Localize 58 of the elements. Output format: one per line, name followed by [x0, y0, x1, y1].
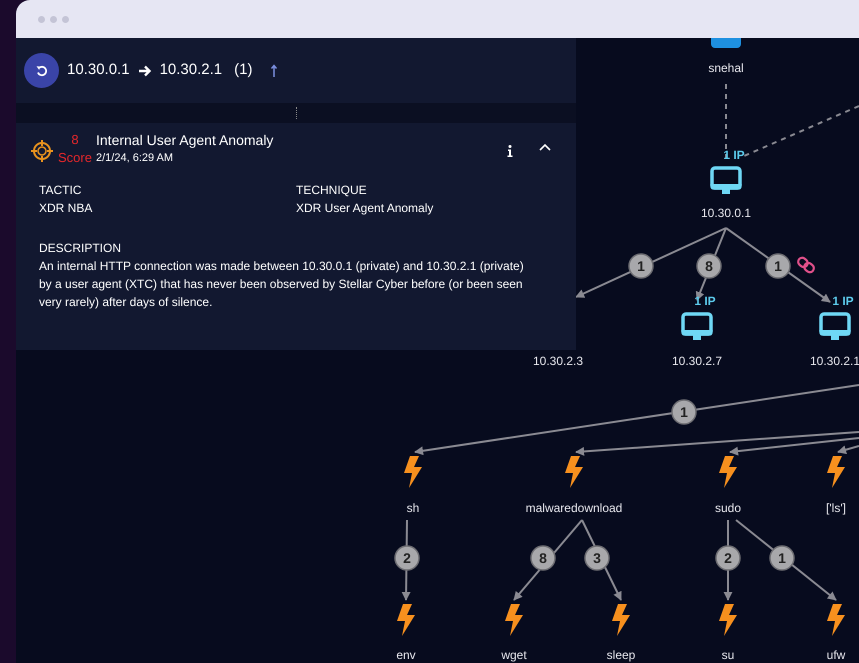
description-text: An internal HTTP connection was made between 10.30.0.1 (private) and 10.30.2.1 (private) by a user agent (XTC) that has never been observed by Stellar Cyber before (or been seen very rarely) after days of silence. [39, 258, 525, 311]
lightning-icon[interactable] [505, 604, 523, 636]
refresh-icon [34, 64, 48, 78]
score-value: 8 [71, 131, 79, 149]
count-badge[interactable]: 8 [530, 545, 556, 571]
node-label: snehal [708, 61, 744, 75]
node-label: sh [406, 501, 420, 515]
score-label: Score [58, 149, 92, 167]
node-label: malwaredownload [526, 501, 622, 515]
info-icon[interactable] [507, 145, 513, 157]
count-badge[interactable]: 1 [628, 253, 654, 279]
count-badge[interactable]: 2 [715, 545, 741, 571]
field-label: TACTIC [39, 182, 82, 199]
ip-count-label: 1 IP [694, 294, 716, 308]
monitor-icon[interactable] [681, 312, 713, 340]
node-label: ['ls'] [826, 501, 846, 515]
count-badge[interactable]: 8 [696, 253, 722, 279]
connection-count: (1) [234, 60, 252, 80]
count-badge[interactable]: 1 [765, 253, 791, 279]
lightning-icon[interactable] [827, 604, 845, 636]
node-label: 10.30.2.3 [532, 354, 584, 368]
lightning-icon[interactable] [719, 604, 737, 636]
count-badge[interactable]: 1 [769, 545, 795, 571]
node-label: ufw [826, 648, 846, 662]
node-label: wget [501, 648, 527, 662]
node-label: 10.30.2.1 [810, 354, 859, 368]
lightning-icon[interactable] [397, 604, 415, 636]
lightning-icon[interactable] [565, 456, 583, 488]
node-label: 10.30.2.7 [672, 354, 722, 368]
target-ip: 10.30.2.1 [160, 60, 222, 80]
lightning-icon[interactable] [827, 456, 845, 488]
count-badge[interactable]: 2 [394, 545, 420, 571]
chevron-icon[interactable] [539, 143, 551, 151]
ip-count-label: 1 IP [832, 294, 854, 308]
arrow-right-icon [138, 64, 152, 78]
field-value: XDR NBA [39, 200, 94, 217]
node-label: su [722, 648, 734, 662]
node-label: env [396, 648, 416, 662]
alert-title: Internal User Agent Anomaly [96, 131, 274, 149]
lightning-icon[interactable] [719, 456, 737, 488]
lightning-icon[interactable] [612, 604, 630, 636]
node-label: sleep [606, 648, 636, 662]
refresh-button[interactable] [24, 53, 59, 88]
ip-count-label: 1 IP [723, 148, 745, 162]
field-label: TECHNIQUE [296, 182, 368, 199]
field-value: XDR User Agent Anomaly [296, 200, 434, 217]
lightning-icon[interactable] [404, 456, 422, 488]
count-badge[interactable]: 1 [671, 399, 697, 425]
description-label: DESCRIPTION [39, 240, 122, 257]
node-label: 10.30.0.1 [700, 206, 752, 220]
source-ip: 10.30.0.1 [67, 60, 130, 80]
monitor-icon[interactable] [710, 166, 742, 194]
alert-time: 2/1/24, 6:29 AM [96, 151, 174, 166]
node-label: sudo [714, 501, 742, 515]
crosshair-icon [30, 139, 54, 163]
arrow-up-icon[interactable] [270, 64, 278, 78]
monitor-icon[interactable] [819, 312, 851, 340]
count-badge[interactable]: 3 [584, 545, 610, 571]
